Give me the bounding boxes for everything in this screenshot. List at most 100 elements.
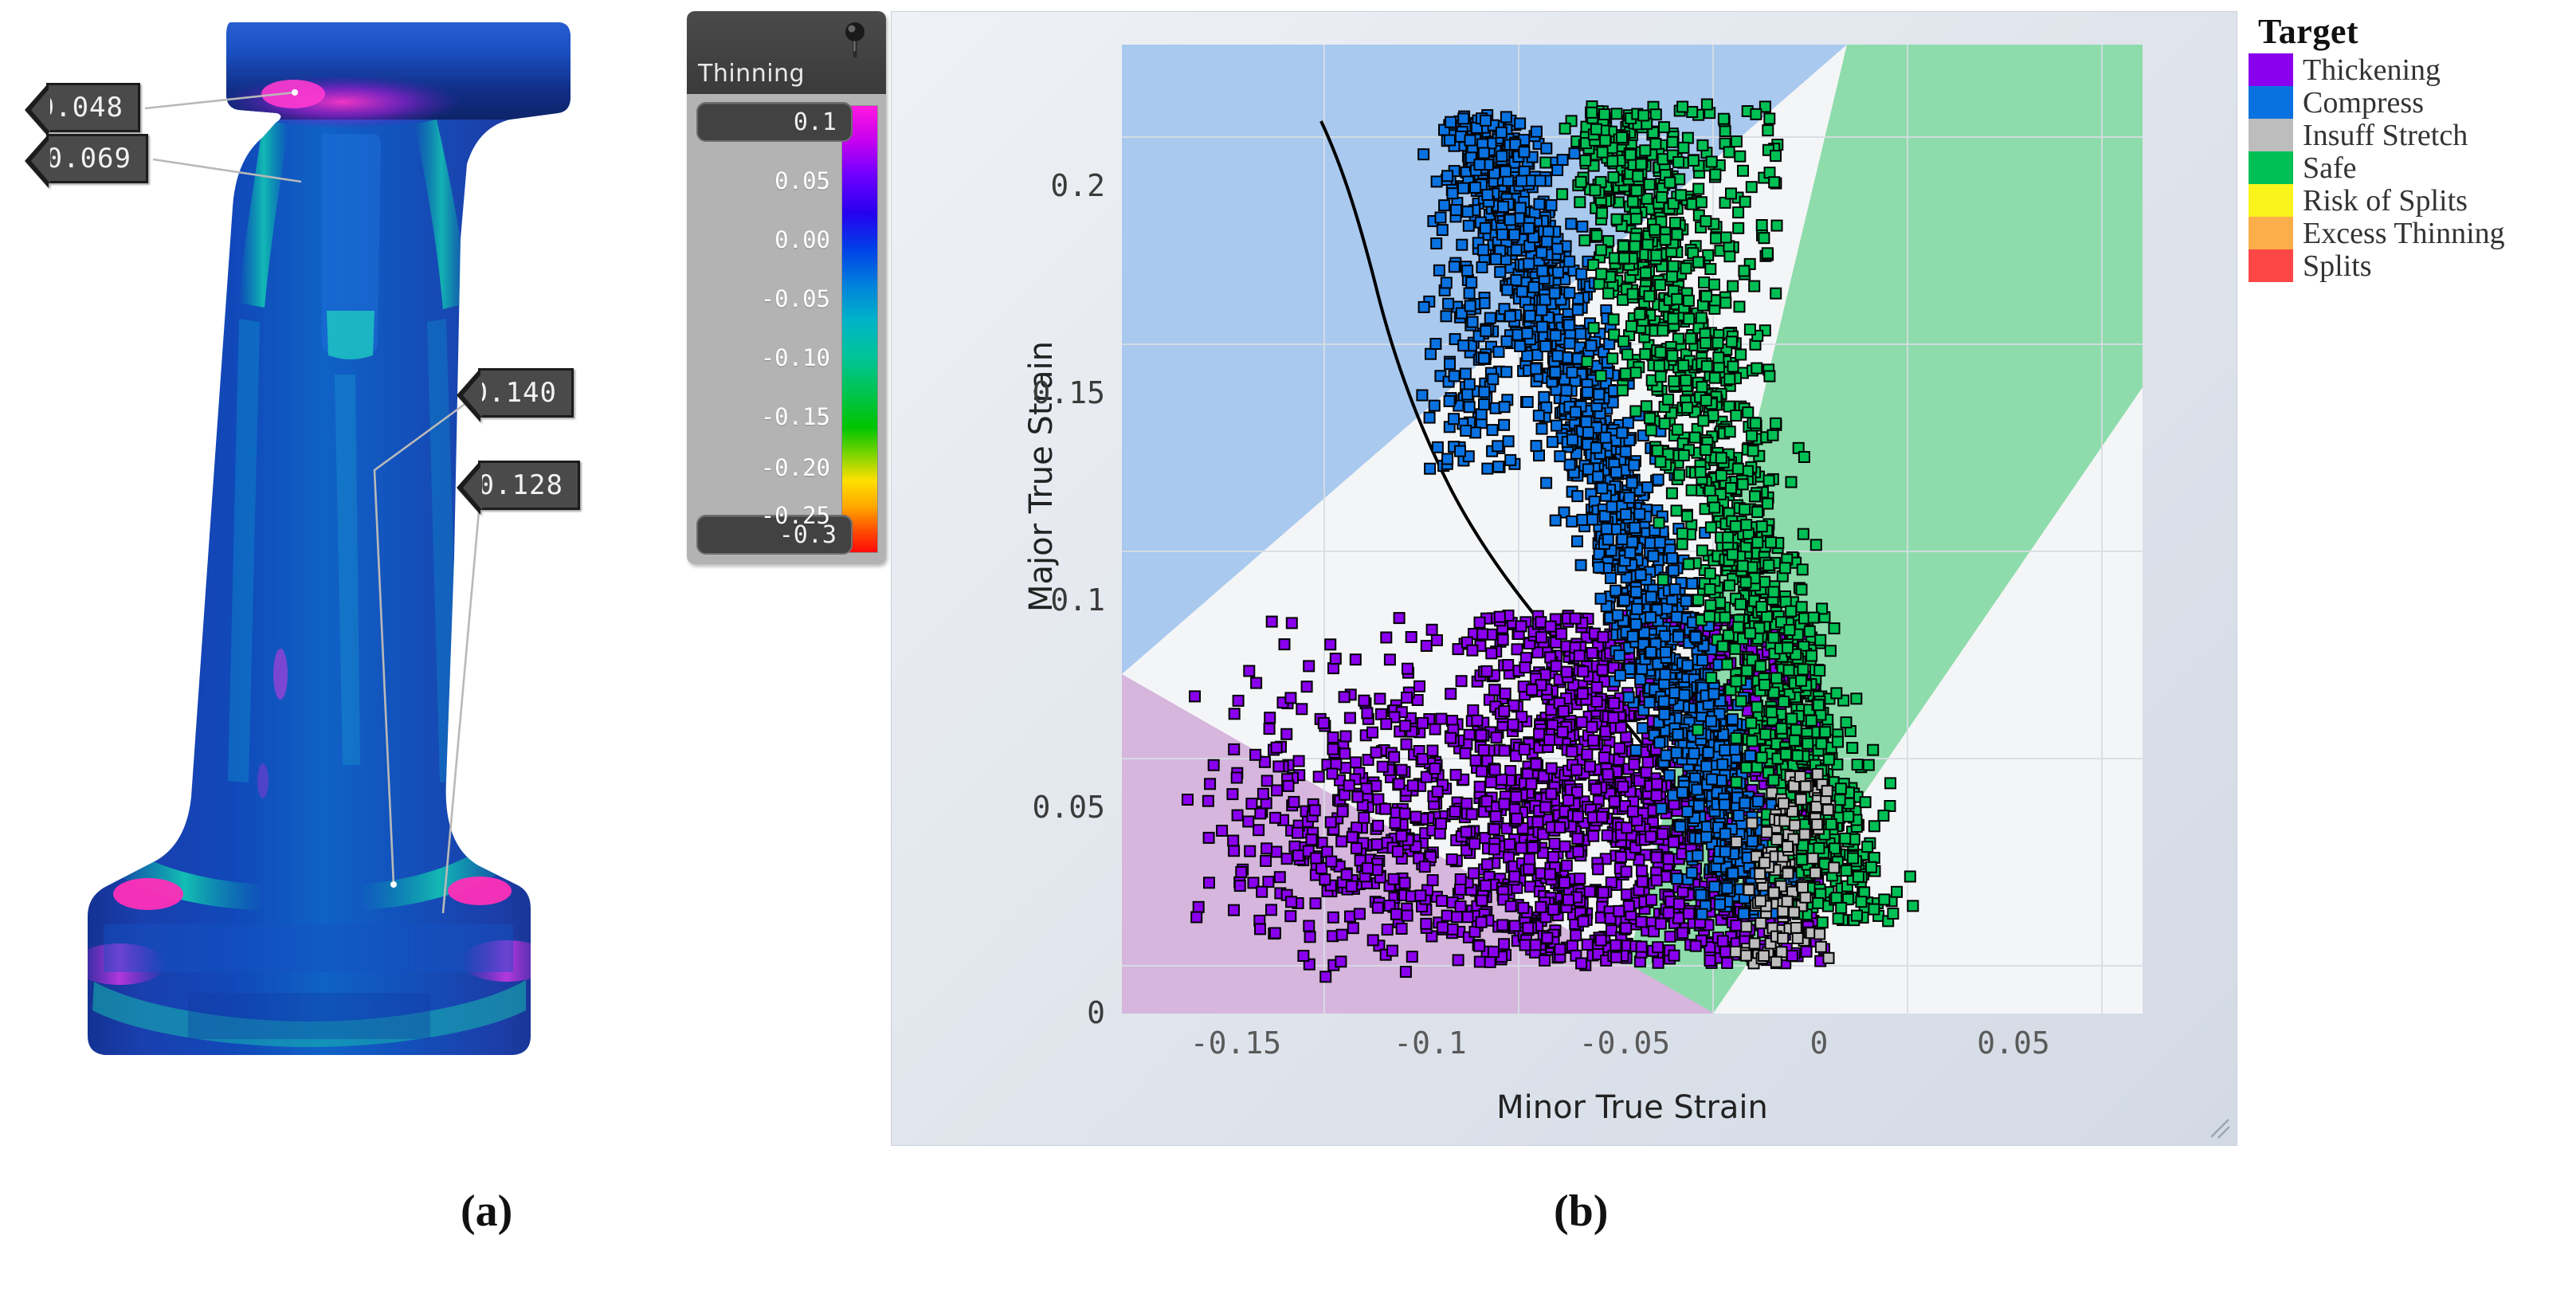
scatter-point: [1628, 758, 1641, 771]
scatter-point: [1593, 388, 1606, 401]
scatter-point: [1477, 743, 1490, 756]
scatter-point: [1457, 339, 1470, 352]
scatter-point: [1767, 586, 1780, 598]
scatter-point: [1859, 796, 1872, 809]
scatter-point: [1688, 747, 1700, 760]
scatter-point: [1261, 775, 1273, 787]
scatter-point: [1557, 705, 1570, 717]
scatter-point: [1343, 712, 1356, 724]
scatter-point: [1441, 170, 1454, 182]
scatter-point: [1590, 696, 1603, 708]
scatter-point: [1746, 735, 1759, 747]
scatter-point: [1668, 836, 1680, 849]
scatter-point: [1676, 786, 1688, 798]
scatter-point: [1202, 831, 1215, 844]
scatter-point: [1643, 696, 1656, 708]
scatter-point: [1430, 634, 1443, 646]
scatter-point: [1280, 728, 1293, 740]
scatter-point: [1489, 253, 1502, 265]
scatter-point: [1574, 873, 1586, 885]
scatter-point: [1487, 373, 1500, 386]
panel-b-fld-window[interactable]: Major True Strain Minor True Strain 0 0.…: [891, 11, 2237, 1146]
scatter-point: [1608, 697, 1621, 709]
scatter-point: [1868, 903, 1880, 916]
scatter-point: [1565, 218, 1578, 230]
scatter-point: [1751, 506, 1764, 518]
scatter-point: [1554, 943, 1566, 955]
scatter-point: [1621, 822, 1633, 834]
fld-scatter-svg[interactable]: [1122, 45, 2143, 1014]
scatter-point: [1696, 544, 1708, 557]
thinning-tick-5: -0.20: [760, 454, 830, 481]
scatter-point: [1312, 771, 1325, 783]
scatter-point: [1797, 663, 1809, 676]
scatter-point: [1653, 536, 1666, 549]
scatter-point: [1538, 390, 1551, 403]
scatter-point: [1575, 716, 1588, 728]
scatter-point: [1297, 950, 1310, 962]
scatter-point: [1738, 908, 1750, 920]
scatter-point: [1540, 477, 1553, 489]
scatter-point: [1282, 779, 1295, 792]
scatter-point: [1759, 728, 1772, 740]
scatter-point: [1389, 817, 1402, 830]
scatter-point: [1496, 633, 1509, 646]
scatter-point: [1601, 829, 1613, 841]
scatter-point: [1399, 720, 1412, 732]
scatter-point: [1596, 810, 1609, 823]
scatter-point: [1650, 874, 1663, 887]
scatter-point: [1527, 280, 1540, 293]
scatter-point: [1596, 482, 1609, 495]
scatter-point: [1518, 743, 1531, 756]
scatter-point: [1795, 853, 1808, 866]
scatter-point: [1498, 705, 1511, 717]
scatter-point: [1254, 807, 1267, 820]
scatter-point: [1228, 743, 1241, 755]
scatter-point: [1765, 536, 1777, 549]
scatter-point: [1672, 630, 1684, 643]
scatter-point: [1702, 746, 1715, 759]
pin-icon[interactable]: [841, 21, 868, 61]
scatter-point: [1805, 714, 1817, 727]
scatter-point: [1573, 649, 1586, 662]
scatter-point: [1390, 908, 1402, 920]
scatter-point: [1671, 873, 1684, 885]
scatter-point: [1383, 653, 1396, 666]
scatter-point: [1665, 487, 1678, 500]
scatter-point: [1641, 238, 1654, 251]
scatter-point: [1682, 558, 1695, 571]
scatter-point: [1563, 255, 1576, 268]
panel-a-part-contour: 0.048 -0.069 0.140 -0.128: [0, 0, 685, 1171]
thinning-colorbar-gradient[interactable]: [841, 105, 878, 553]
scatter-point: [1227, 834, 1240, 847]
scatter-point: [1670, 504, 1683, 517]
scatter-point: [1476, 261, 1488, 273]
scatter-point: [1862, 759, 1875, 771]
scatter-point: [1504, 838, 1516, 851]
scatter-point: [1523, 222, 1535, 234]
thinning-tick-0: 0.05: [774, 167, 830, 194]
scatter-point: [1677, 449, 1690, 461]
scatter-point: [1523, 853, 1536, 865]
scatter-point: [1581, 748, 1594, 761]
scatter-point: [1621, 888, 1633, 901]
scatter-point: [1719, 611, 1731, 624]
thinning-panel-header[interactable]: Thinning: [687, 11, 886, 94]
thinning-max-input[interactable]: 0.1: [696, 102, 853, 142]
thinning-colorbar-panel[interactable]: Thinning 0.1 -0.3 0.05 0.00 -0.05 -0.10 …: [687, 11, 886, 564]
scatter-point: [1684, 332, 1697, 345]
scatter-point: [1510, 274, 1523, 287]
scatter-point: [1481, 462, 1494, 475]
fld-plot-area[interactable]: [1122, 45, 2143, 1014]
scatter-point: [1907, 900, 1919, 912]
scatter-point: [1676, 528, 1688, 539]
scatter-point: [1504, 214, 1516, 226]
scatter-point: [1479, 222, 1492, 234]
scatter-point: [1300, 680, 1313, 693]
scatter-point: [1496, 773, 1508, 786]
scatter-point: [1249, 748, 1262, 761]
scatter-point: [1497, 201, 1509, 213]
scatter-point: [1441, 453, 1454, 465]
scatter-point: [1469, 754, 1482, 767]
scatter-point: [1655, 802, 1668, 815]
